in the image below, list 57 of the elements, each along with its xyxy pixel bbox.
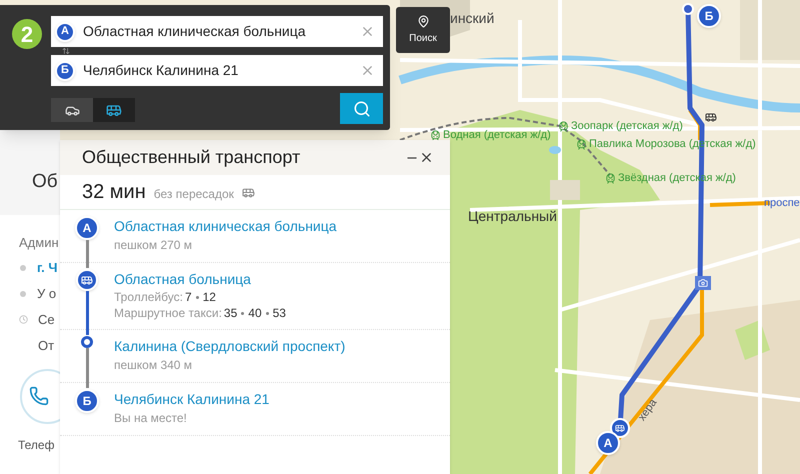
train-icon — [430, 130, 441, 141]
info-text: У о — [37, 284, 56, 303]
point-marker: Б — [75, 389, 99, 413]
route-segment-line — [86, 240, 88, 268]
transfers-text: без пересадок — [154, 186, 234, 202]
route-number[interactable]: 7 — [184, 289, 192, 305]
search-pin-button[interactable]: Поиск — [396, 7, 450, 53]
car-mode-tab[interactable] — [51, 98, 93, 122]
stop-link[interactable]: Челябинск Калинина 21 — [114, 389, 270, 409]
point-marker: А — [55, 22, 75, 42]
page-heading: Об — [32, 170, 59, 194]
train-icon — [605, 172, 616, 184]
stop-link[interactable]: Областная больница — [114, 269, 286, 289]
field-value: Челябинск Калинина 21 — [83, 61, 240, 80]
route-segment-line — [86, 348, 88, 388]
trip-duration: 32 мин — [82, 180, 146, 205]
bus-mode-tab[interactable] — [93, 98, 135, 122]
route-number[interactable]: 53 — [272, 305, 286, 321]
bus-stop-icon — [705, 111, 717, 123]
route-number[interactable]: 12 — [202, 289, 216, 305]
route-number[interactable]: 35 — [224, 305, 238, 321]
step-detail: пешком 340 м — [114, 357, 194, 374]
point-marker: Б — [55, 60, 75, 80]
transport-type: Маршрутное такси: — [114, 305, 222, 321]
phone-label: Телеф — [18, 436, 56, 454]
step-detail: Вы на месте! — [114, 410, 188, 427]
clock-icon — [19, 315, 28, 324]
transport-type: Троллейбус: — [114, 289, 183, 305]
from-field[interactable]: А Областная клиническая больница — [51, 16, 383, 47]
pin-icon — [416, 14, 430, 28]
info-text: Се — [38, 310, 55, 329]
stop-link[interactable]: Областная клиническая больница — [114, 216, 337, 236]
close-icon[interactable] — [419, 150, 434, 165]
station-label: Водная (детская ж/д) — [443, 128, 551, 143]
station-label: Зоопарк (детская ж/д) — [571, 119, 683, 134]
stop-marker — [81, 336, 93, 348]
info-text: От — [38, 336, 54, 355]
street-label: проспе — [764, 196, 800, 211]
address-link[interactable]: г. Ч — [37, 258, 58, 278]
search-button[interactable] — [340, 93, 383, 124]
to-field[interactable]: Б Челябинск Калинина 21 — [51, 55, 383, 86]
search-icon — [352, 100, 370, 118]
stop-link[interactable]: Калинина (Свердловский проспект) — [114, 336, 346, 356]
route-number[interactable]: 40 — [248, 305, 262, 321]
swap-icon[interactable] — [62, 47, 70, 55]
field-value: Областная клиническая больница — [83, 22, 307, 41]
train-icon — [576, 138, 587, 150]
camera-icon — [698, 278, 708, 288]
district-label: Центральный — [468, 207, 557, 226]
point-marker: А — [75, 216, 99, 240]
section-label: Админ — [19, 234, 60, 252]
phone-icon — [28, 386, 48, 406]
train-icon — [558, 120, 569, 132]
district-label: инский — [450, 9, 494, 28]
step-detail: пешком 270 м — [114, 237, 194, 254]
panel-title: Общественный транспорт — [82, 146, 302, 169]
logo: 2 — [12, 19, 42, 49]
